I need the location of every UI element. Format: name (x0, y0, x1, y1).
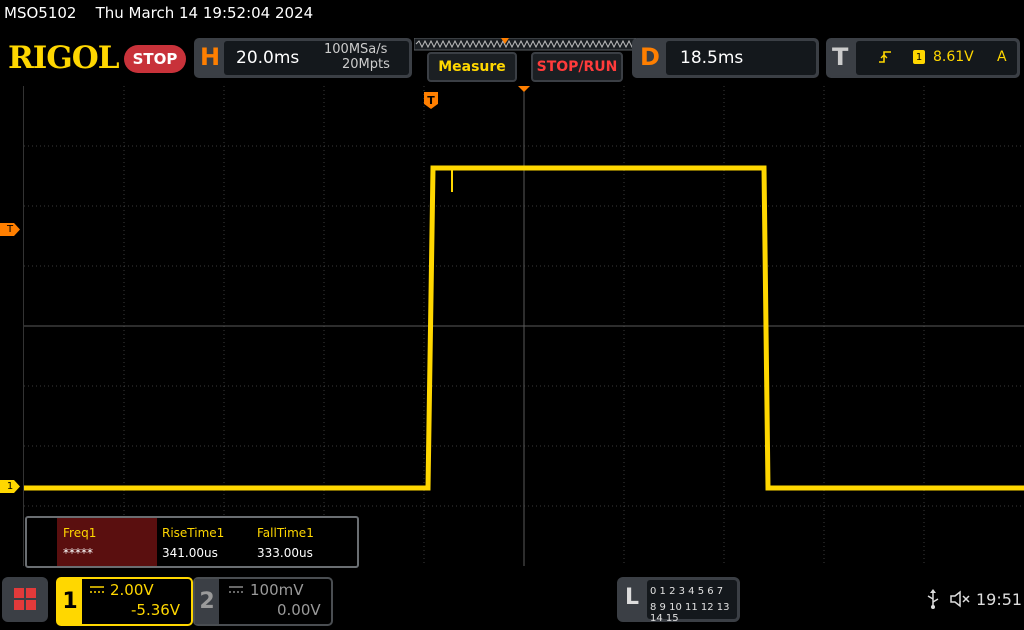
usb-icon (927, 589, 939, 609)
la-channels-high: 8 9 10 11 12 13 14 15 (650, 602, 730, 624)
ch2-offset: 0.00V (277, 601, 321, 619)
la-channels-low: 0 1 2 3 4 5 6 7 (650, 586, 724, 597)
trigger-level-marker[interactable]: T (0, 223, 20, 236)
stop-run-button[interactable]: STOP/RUN (531, 52, 623, 82)
trigger-letter: T (832, 43, 849, 71)
trigger-level: 8.61V (933, 49, 974, 65)
grid-menu-icon (14, 588, 36, 610)
logic-analyzer-panel[interactable]: L 0 1 2 3 4 5 6 7 8 9 10 11 12 13 14 15 (617, 577, 740, 624)
system-clock: 19:51 (976, 590, 1023, 609)
ch2-settings[interactable]: 2 100mV 0.00V (193, 577, 333, 626)
delay-letter: D (640, 43, 660, 71)
measurement-label: RiseTime1 (162, 526, 225, 540)
run-state-badge[interactable]: STOP (124, 45, 186, 73)
measurement-label: FallTime1 (257, 526, 314, 540)
measurement-table[interactable]: Freq1 ***** RiseTime1 341.00us FallTime1… (25, 516, 359, 568)
rigol-logo: RIGOL (8, 40, 120, 76)
measurement-value: 333.00us (257, 546, 313, 560)
measurement-value: 341.00us (162, 546, 218, 560)
dc-coupling-icon (229, 586, 243, 593)
waveform-overview (414, 38, 636, 51)
ch1-offset-marker[interactable]: 1 (0, 480, 20, 493)
measurement-label: Freq1 (63, 526, 97, 540)
measure-button[interactable]: Measure (427, 52, 517, 82)
datetime: Thu March 14 19:52:04 2024 (95, 4, 314, 22)
measurement-risetime[interactable]: RiseTime1 341.00us (156, 518, 251, 566)
ch1-settings[interactable]: 1 2.00V -5.36V (56, 577, 193, 626)
ch2-number: 2 (195, 579, 219, 624)
waveform-display[interactable] (23, 86, 1024, 566)
dc-coupling-icon (90, 586, 104, 593)
ch2-scale: 100mV (250, 581, 304, 599)
trigger-mode: A (997, 49, 1007, 65)
home-button[interactable] (2, 577, 48, 622)
mute-icon[interactable] (950, 590, 972, 608)
horizontal-panel[interactable]: H 20.0ms 100MSa/s 20Mpts (194, 38, 412, 78)
delay-panel[interactable]: D 18.5ms (632, 38, 819, 78)
title-bar: MSO5102 Thu March 14 19:52:04 2024 (4, 4, 313, 22)
trigger-panel[interactable]: T 1 8.61V A (826, 38, 1020, 78)
sample-rate: 100MSa/s (324, 42, 388, 57)
measurement-value: ***** (63, 546, 93, 560)
ch1-scale: 2.00V (110, 581, 154, 599)
measurement-falltime[interactable]: FallTime1 333.00us (251, 518, 351, 566)
rising-edge-icon (879, 51, 891, 63)
la-letter: L (625, 585, 640, 610)
center-axes (24, 86, 1024, 566)
measurement-freq[interactable]: Freq1 ***** (57, 518, 157, 566)
center-trigger-icon (518, 86, 530, 92)
timebase-value: 20.0ms (236, 48, 300, 68)
memory-depth: 20Mpts (342, 57, 390, 72)
trigger-source-badge: 1 (913, 50, 925, 64)
ch1-offset: -5.36V (131, 601, 181, 619)
horizontal-letter: H (200, 43, 221, 71)
ch1-number: 1 (58, 579, 82, 624)
delay-value: 18.5ms (680, 48, 744, 68)
model-name: MSO5102 (4, 4, 77, 22)
